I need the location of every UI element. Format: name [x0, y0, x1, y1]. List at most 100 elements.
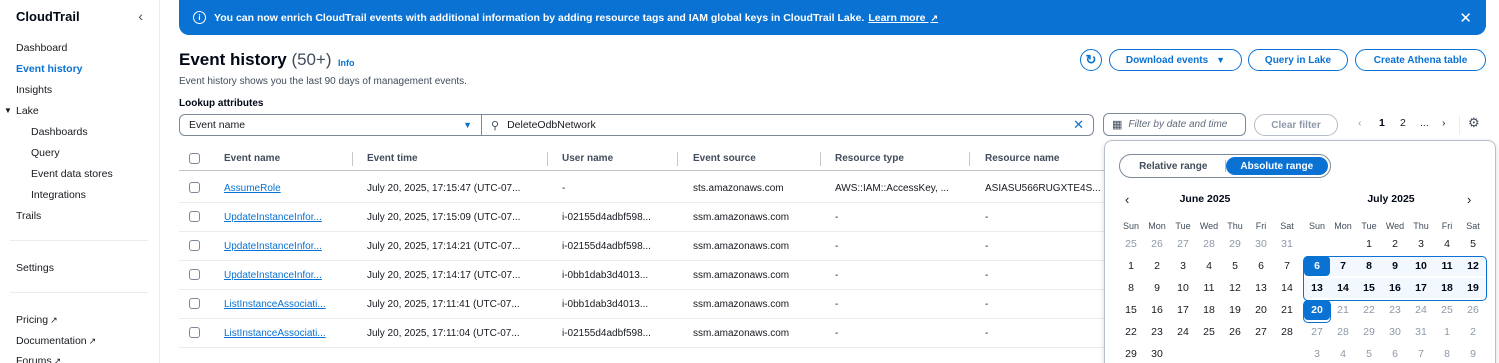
calendar-day[interactable]: 1	[1434, 322, 1460, 342]
column-divider[interactable]	[969, 152, 970, 166]
calendar-day[interactable]: 14	[1330, 278, 1356, 298]
calendar-day[interactable]: 23	[1144, 322, 1170, 342]
calendar-day[interactable]: 8	[1356, 256, 1382, 276]
row-checkbox[interactable]	[189, 269, 200, 280]
calendar-day[interactable]: 19	[1222, 300, 1248, 320]
calendar-day[interactable]: 25	[1434, 300, 1460, 320]
calendar-day[interactable]: 22	[1118, 322, 1144, 342]
calendar-day[interactable]: 27	[1170, 234, 1196, 254]
calendar-day[interactable]: 24	[1408, 300, 1434, 320]
calendar-day[interactable]: 2	[1144, 256, 1170, 276]
page-1[interactable]: 1	[1379, 117, 1385, 129]
date-filter-button[interactable]: ▦ Filter by date and time	[1103, 113, 1246, 136]
calendar-day[interactable]: 1	[1118, 256, 1144, 276]
calendar-day[interactable]: 19	[1460, 278, 1486, 298]
absolute-range-option[interactable]: Absolute range	[1225, 157, 1328, 175]
calendar-day[interactable]: 31	[1408, 322, 1434, 342]
select-all-checkbox[interactable]	[189, 153, 200, 164]
calendar-day[interactable]: 30	[1144, 344, 1170, 363]
calendar-day[interactable]: 26	[1222, 322, 1248, 342]
calendar-day[interactable]: 30	[1248, 234, 1274, 254]
calendar-day[interactable]: 3	[1408, 234, 1434, 254]
calendar-day[interactable]: 10	[1170, 278, 1196, 298]
calendar-day[interactable]: 17	[1170, 300, 1196, 320]
calendar-day[interactable]: 4	[1196, 256, 1222, 276]
calendar-day[interactable]: 25	[1196, 322, 1222, 342]
calendar-day[interactable]: 12	[1460, 256, 1486, 276]
calendar-day[interactable]: 18	[1196, 300, 1222, 320]
calendar-day[interactable]: 8	[1434, 344, 1460, 363]
service-title[interactable]: CloudTrail	[16, 9, 80, 24]
calendar-day[interactable]: 10	[1408, 256, 1434, 276]
clear-input-icon[interactable]: ✕	[1073, 117, 1084, 133]
calendar-day[interactable]: 27	[1248, 322, 1274, 342]
cell-event-name[interactable]: UpdateInstanceInfor...	[224, 241, 352, 252]
sidebar-item-dashboard[interactable]: Dashboard	[16, 42, 67, 54]
calendar-day[interactable]: 1	[1356, 234, 1382, 254]
calendar-day[interactable]: 4	[1330, 344, 1356, 363]
calendar-day[interactable]: 3	[1170, 256, 1196, 276]
next-month-icon[interactable]: ›	[1467, 192, 1471, 207]
calendar-day[interactable]: 26	[1460, 300, 1486, 320]
calendar-day[interactable]: 6	[1248, 256, 1274, 276]
calendar-day[interactable]: 2	[1460, 322, 1486, 342]
sidebar-item-documentation[interactable]: Documentation ↗	[16, 335, 96, 347]
sidebar-item-event-data-stores[interactable]: Event data stores	[31, 168, 113, 180]
sidebar-item-dashboards[interactable]: Dashboards	[31, 126, 88, 138]
calendar-day[interactable]: 4	[1434, 234, 1460, 254]
calendar-day[interactable]: 13	[1248, 278, 1274, 298]
calendar-day[interactable]: 29	[1118, 344, 1144, 363]
calendar-day[interactable]: 7	[1274, 256, 1300, 276]
calendar-day[interactable]: 16	[1144, 300, 1170, 320]
previous-page-icon[interactable]: ‹	[1358, 117, 1362, 129]
calendar-day[interactable]: 9	[1460, 344, 1486, 363]
sidebar-item-query[interactable]: Query	[31, 147, 60, 159]
column-divider[interactable]	[677, 152, 678, 166]
query-in-lake-button[interactable]: Query in Lake	[1248, 49, 1348, 71]
calendar-day[interactable]: 3	[1304, 344, 1330, 363]
next-page-icon[interactable]: ›	[1442, 117, 1446, 129]
column-divider[interactable]	[547, 152, 548, 166]
relative-range-option[interactable]: Relative range	[1122, 157, 1225, 175]
page-2[interactable]: 2	[1400, 117, 1406, 129]
calendar-day[interactable]: 31	[1274, 234, 1300, 254]
calendar-day[interactable]: 22	[1356, 300, 1382, 320]
calendar-day[interactable]: 14	[1274, 278, 1300, 298]
calendar-day[interactable]: 11	[1434, 256, 1460, 276]
sidebar-item-trails[interactable]: Trails	[16, 210, 41, 222]
sidebar-item-insights[interactable]: Insights	[16, 84, 52, 96]
column-header[interactable]: User name	[562, 153, 613, 164]
calendar-day[interactable]: 5	[1222, 256, 1248, 276]
calendar-day[interactable]: 5	[1356, 344, 1382, 363]
calendar-day[interactable]: 9	[1382, 256, 1408, 276]
column-header[interactable]: Event time	[367, 153, 418, 164]
download-events-button[interactable]: Download events ▼	[1109, 49, 1242, 71]
info-link[interactable]: Info	[338, 58, 355, 68]
calendar-day[interactable]: 15	[1118, 300, 1144, 320]
previous-month-icon[interactable]: ‹	[1125, 192, 1129, 207]
column-divider[interactable]	[820, 152, 821, 166]
close-icon[interactable]: ✕	[1459, 9, 1472, 27]
calendar-day[interactable]: 24	[1170, 322, 1196, 342]
calendar-day[interactable]: 21	[1274, 300, 1300, 320]
sidebar-item-integrations[interactable]: Integrations	[31, 189, 86, 201]
column-divider[interactable]	[352, 152, 353, 166]
calendar-day[interactable]: 18	[1434, 278, 1460, 298]
calendar-day[interactable]: 6	[1382, 344, 1408, 363]
row-checkbox[interactable]	[189, 327, 200, 338]
row-checkbox[interactable]	[189, 298, 200, 309]
refresh-button[interactable]: ↻	[1080, 49, 1102, 71]
calendar-day[interactable]: 11	[1196, 278, 1222, 298]
calendar-day[interactable]: 30	[1382, 322, 1408, 342]
lookup-value-input[interactable]	[507, 119, 1074, 131]
calendar-day[interactable]: 23	[1382, 300, 1408, 320]
column-header[interactable]: Resource type	[835, 153, 904, 164]
calendar-day[interactable]: 5	[1460, 234, 1486, 254]
row-checkbox[interactable]	[189, 182, 200, 193]
calendar-day[interactable]: 20	[1248, 300, 1274, 320]
calendar-day[interactable]: 26	[1144, 234, 1170, 254]
sidebar-item-forums[interactable]: Forums ↗	[16, 355, 61, 363]
sidebar-item-settings[interactable]: Settings	[16, 262, 54, 274]
calendar-day[interactable]: 8	[1118, 278, 1144, 298]
calendar-day[interactable]: 28	[1196, 234, 1222, 254]
